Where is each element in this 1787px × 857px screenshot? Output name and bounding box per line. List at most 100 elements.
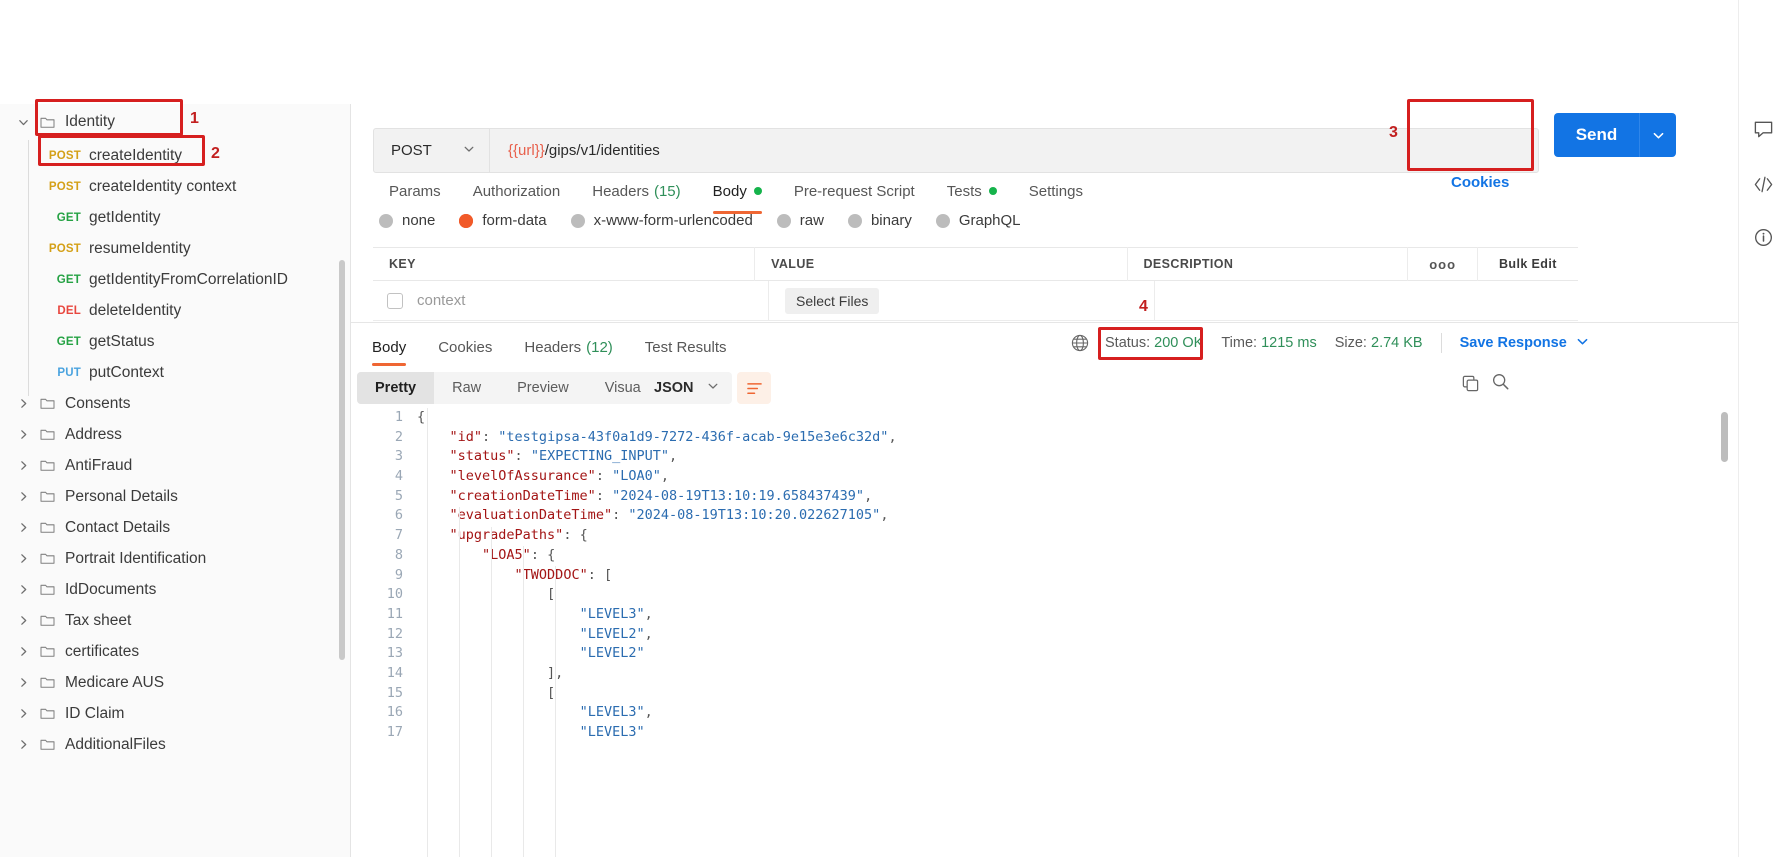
sidebar-request-resumeIdentity[interactable]: POST resumeIdentity <box>0 233 351 264</box>
chevron-right-icon[interactable] <box>10 677 36 688</box>
info-icon[interactable] <box>1751 225 1775 249</box>
globe-icon[interactable] <box>1071 334 1089 352</box>
sidebar-request-createIdentity-context[interactable]: POST createIdentity context <box>0 171 351 202</box>
tab-authorization[interactable]: Authorization <box>457 172 577 210</box>
chevron-right-icon[interactable] <box>10 491 36 502</box>
method-selector[interactable]: POST <box>374 129 490 172</box>
sidebar-folder-contact-details[interactable]: Contact Details <box>0 512 351 543</box>
sidebar-request-deleteIdentity[interactable]: DEL deleteIdentity <box>0 295 351 326</box>
format-selector[interactable]: JSON <box>641 372 732 404</box>
tab-label: Authorization <box>472 182 561 200</box>
tab-body[interactable]: Body <box>697 172 778 214</box>
body-type-form-data[interactable]: form-data <box>459 212 547 229</box>
more-options-icon[interactable]: ooo <box>1408 247 1478 281</box>
body-type-raw[interactable]: raw <box>776 212 824 229</box>
cookies-link[interactable]: Cookies <box>1451 174 1509 191</box>
body-type-none[interactable]: none <box>379 212 435 229</box>
key-input[interactable]: context <box>417 280 769 321</box>
copy-icon[interactable] <box>1461 374 1480 398</box>
url-bar[interactable]: POST {{url}}/gips/v1/identities <box>373 128 1539 173</box>
tab-headers[interactable]: Headers (15) <box>576 172 696 210</box>
chevron-right-icon[interactable] <box>10 460 36 471</box>
radio-icon[interactable] <box>379 213 393 228</box>
tab-pre-request-script[interactable]: Pre-request Script <box>778 172 931 210</box>
sidebar-folder-iddocuments[interactable]: IdDocuments <box>0 574 351 605</box>
body-type-binary[interactable]: binary <box>847 212 912 229</box>
view-mode-pretty[interactable]: Pretty <box>357 372 435 404</box>
search-icon[interactable] <box>1491 372 1510 396</box>
chevron-right-icon[interactable] <box>10 553 36 564</box>
tab-tests[interactable]: Tests <box>931 172 1013 210</box>
chevron-right-icon[interactable] <box>10 522 36 533</box>
radio-icon-selected[interactable] <box>459 213 474 228</box>
sidebar-request-getStatus[interactable]: GET getStatus <box>0 326 351 357</box>
chevron-down-icon[interactable] <box>463 142 475 159</box>
url-input[interactable]: {{url}}/gips/v1/identities <box>490 142 660 159</box>
view-mode-raw[interactable]: Raw <box>434 372 499 404</box>
body-type-x-www-form-urlencoded[interactable]: x-www-form-urlencoded <box>570 212 753 229</box>
sidebar-request-getIdentityFromCorrelationID[interactable]: GET getIdentityFromCorrelationID <box>0 264 351 295</box>
code-line: 6 "evaluationDateTime": "2024-08-19T13:1… <box>351 506 1738 526</box>
value-cell[interactable]: Select Files <box>769 280 1155 321</box>
sidebar-folder-label: Address <box>65 425 122 443</box>
sidebar-folder-address[interactable]: Address <box>0 419 351 450</box>
chevron-right-icon[interactable] <box>10 398 36 409</box>
sidebar-folder-portrait-identification[interactable]: Portrait Identification <box>0 543 351 574</box>
sidebar-folder-id-claim[interactable]: ID Claim <box>0 698 351 729</box>
chevron-down-icon[interactable] <box>707 380 719 396</box>
checkbox-icon[interactable] <box>387 292 403 309</box>
column-header-value: VALUE <box>755 247 1128 281</box>
wrap-lines-icon[interactable] <box>737 372 771 404</box>
sidebar-folder-medicare-aus[interactable]: Medicare AUS <box>0 667 351 698</box>
chevron-down-icon[interactable] <box>1576 335 1589 352</box>
view-mode-preview[interactable]: Preview <box>499 372 587 404</box>
chevron-right-icon[interactable] <box>10 429 36 440</box>
line-number: 5 <box>394 487 403 504</box>
tab-settings[interactable]: Settings <box>1013 172 1099 210</box>
radio-icon[interactable] <box>847 213 862 228</box>
radio-icon[interactable] <box>935 213 950 228</box>
response-tab-body[interactable]: Body <box>356 330 422 366</box>
select-files-button[interactable]: Select Files <box>785 287 880 314</box>
line-number: 3 <box>394 448 403 465</box>
sidebar-folder-identity[interactable]: Identity <box>0 104 351 140</box>
chevron-right-icon[interactable] <box>10 584 36 595</box>
chevron-right-icon[interactable] <box>10 615 36 626</box>
response-tab-headers[interactable]: Headers (12) <box>508 330 628 364</box>
radio-icon[interactable] <box>570 213 585 228</box>
code-icon[interactable] <box>1751 172 1775 196</box>
sidebar-request-putContext[interactable]: PUT putContext <box>0 357 351 388</box>
line-content: "LOA5": { <box>482 546 556 563</box>
row-checkbox-cell[interactable] <box>373 281 417 321</box>
chevron-down-icon[interactable] <box>10 117 36 128</box>
chevron-right-icon[interactable] <box>10 708 36 719</box>
sidebar-folder-antifraud[interactable]: AntiFraud <box>0 450 351 481</box>
radio-icon[interactable] <box>776 213 791 228</box>
line-content: { <box>417 409 426 425</box>
response-tab-test-results[interactable]: Test Results <box>629 330 743 364</box>
body-type-graphql[interactable]: GraphQL <box>935 212 1021 229</box>
send-options-caret-icon[interactable] <box>1639 113 1676 157</box>
response-tab-cookies[interactable]: Cookies <box>422 330 508 364</box>
folder-icon <box>36 707 58 720</box>
sidebar-request-createIdentity[interactable]: POST createIdentity <box>0 140 351 171</box>
chevron-right-icon[interactable] <box>10 739 36 750</box>
tab-params[interactable]: Params <box>373 172 457 210</box>
bulk-edit-button[interactable]: Bulk Edit <box>1478 247 1578 281</box>
response-body-code[interactable]: 1{2 "id": "testgipsa-43f0a1d9-7272-436f-… <box>351 408 1738 857</box>
chevron-right-icon[interactable] <box>10 646 36 657</box>
send-button[interactable]: Send <box>1554 113 1639 157</box>
sidebar-folder-personal-details[interactable]: Personal Details <box>0 481 351 512</box>
sidebar-folder-tax-sheet[interactable]: Tax sheet <box>0 605 351 636</box>
save-response-button[interactable]: Save Response <box>1460 335 1589 352</box>
sidebar-folder-consents[interactable]: Consents <box>0 388 351 419</box>
sidebar-folder-certificates[interactable]: certificates <box>0 636 351 667</box>
sidebar-scrollbar[interactable] <box>339 260 345 660</box>
comment-icon[interactable] <box>1751 117 1775 141</box>
sidebar-request-getIdentity[interactable]: GET getIdentity <box>0 202 351 233</box>
code-scrollbar[interactable] <box>1721 412 1728 462</box>
line-content: [ <box>417 586 556 603</box>
description-input[interactable] <box>1155 281 1446 321</box>
sidebar-folder-additionalfiles[interactable]: AdditionalFiles <box>0 729 351 760</box>
send-button-group[interactable]: Send <box>1554 113 1676 157</box>
